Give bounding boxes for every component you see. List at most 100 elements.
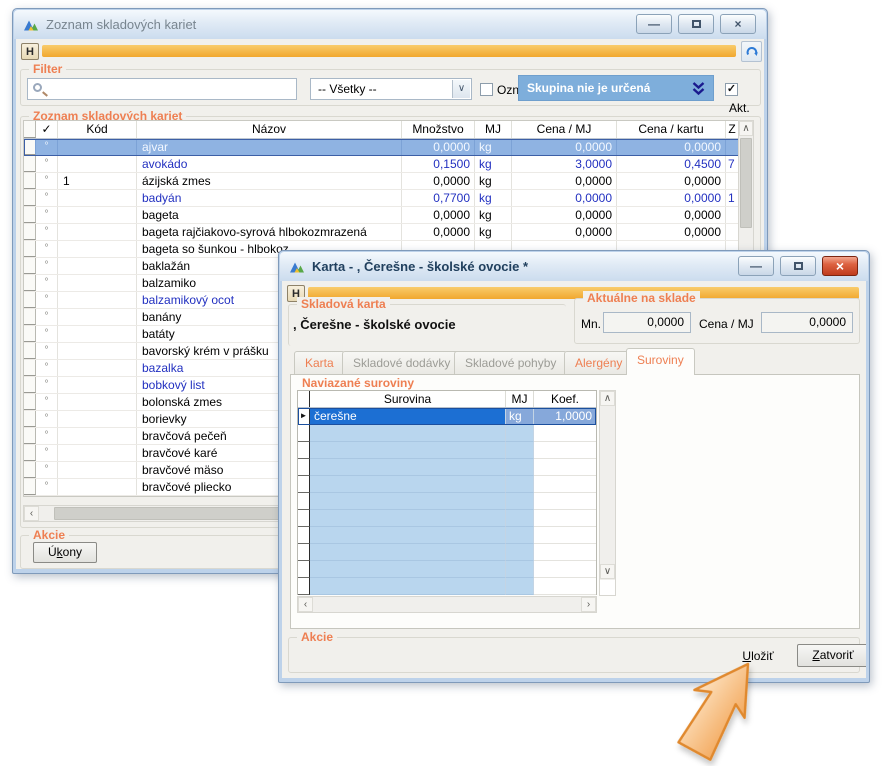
combobox-value: -- Všetky -- — [318, 82, 377, 96]
group-filter-field[interactable]: Skupina nie je určená — [518, 75, 714, 101]
search-input[interactable] — [27, 78, 297, 100]
table-cell — [58, 258, 137, 274]
table-cell: kg — [475, 139, 512, 155]
scroll-down-button[interactable]: ∨ — [600, 564, 615, 579]
table-cell — [24, 377, 36, 393]
actions-group-label: Akcie — [297, 630, 337, 644]
table-cell — [58, 190, 137, 206]
scroll-up-button[interactable]: ∧ — [739, 121, 753, 136]
col-nazov[interactable]: Názov — [137, 121, 402, 138]
scroll-up-button[interactable]: ∧ — [600, 391, 615, 406]
subtable-header: Surovina MJ Koef. — [298, 391, 596, 408]
scroll-right-button[interactable]: › — [581, 597, 596, 612]
table-cell: ° — [36, 139, 58, 155]
subtable-cell — [298, 544, 310, 561]
table-cell: 0,0000 — [512, 139, 617, 155]
table-cell: ° — [36, 479, 58, 495]
table-cell — [58, 343, 137, 359]
window-title: Zoznam skladových kariet — [46, 17, 196, 32]
table-cell — [58, 241, 137, 257]
table-cell: avokádo — [137, 156, 402, 172]
maximize-button[interactable] — [678, 14, 714, 34]
double-chevron-down-icon[interactable] — [692, 82, 705, 96]
cena-mj-input[interactable]: 0,0000 — [761, 312, 853, 333]
ozn-checkbox[interactable] — [480, 83, 493, 96]
col-mj[interactable]: MJ — [475, 121, 512, 138]
col-check[interactable]: ✓ — [36, 121, 58, 138]
close-button[interactable]: × — [822, 256, 858, 276]
close-button[interactable]: × — [720, 14, 756, 34]
col-kod[interactable]: Kód — [58, 121, 137, 138]
table-cell: 0,0000 — [512, 173, 617, 189]
scroll-left-button[interactable]: ‹ — [298, 597, 313, 612]
table-cell — [58, 292, 137, 308]
table-cell: kg — [475, 207, 512, 223]
table-cell — [24, 258, 36, 274]
ukony-label-post: ony — [63, 545, 82, 559]
col-mnozstvo[interactable]: Množstvo — [402, 121, 475, 138]
subtable-cell — [310, 425, 506, 442]
table-cell: 0,0000 — [617, 173, 726, 189]
col-cena-kartu[interactable]: Cena / kartu — [617, 121, 726, 138]
minimize-button[interactable]: — — [636, 14, 672, 34]
col-cena-mj[interactable]: Cena / MJ — [512, 121, 617, 138]
subtable-cell: ► — [298, 408, 310, 425]
table-cell: ° — [36, 258, 58, 274]
table-cell: 0,4500 — [617, 156, 726, 172]
actions-group-label: Akcie — [29, 528, 69, 542]
chevron-down-icon[interactable]: ∨ — [452, 80, 470, 98]
suroviny-tab-panel: Naviazané suroviny Surovina MJ Koef. ►če… — [290, 374, 860, 629]
h-button[interactable]: H — [21, 43, 39, 60]
filter-group: Filter -- Všetky -- ∨ Ozn. Skupina nie j… — [20, 69, 761, 106]
scroll-corner — [600, 580, 615, 595]
col-selector[interactable] — [298, 391, 310, 407]
tab-suroviny[interactable]: Suroviny — [626, 348, 695, 375]
cena-mj-label: Cena / MJ — [699, 317, 754, 331]
scroll-left-button[interactable]: ‹ — [24, 506, 39, 521]
subtable-cell — [298, 476, 310, 493]
tab-skladove-pohyby[interactable]: Skladové pohyby — [454, 351, 567, 375]
table-row[interactable]: °1ázijská zmes0,0000kg0,00000,0000 — [24, 173, 753, 190]
tab-skladove-dodavky[interactable]: Skladové dodávky — [342, 351, 461, 375]
table-row[interactable]: °badyán0,7700kg0,00000,00001 — [24, 190, 753, 207]
subtable-cell — [534, 493, 596, 510]
akt-checkbox[interactable]: ✓ — [725, 83, 738, 96]
subtable-cell — [298, 578, 310, 595]
subtable-cell — [298, 527, 310, 544]
table-cell: ° — [36, 326, 58, 342]
col-koef[interactable]: Koef. — [534, 391, 596, 407]
category-combobox[interactable]: -- Všetky -- ∨ — [310, 78, 472, 100]
refresh-button[interactable] — [741, 41, 762, 62]
subtable-vscrollbar[interactable]: ∧ ∨ — [599, 390, 616, 596]
arrow-up-icon: ∧ — [604, 394, 611, 404]
table-row[interactable]: °ajvar0,0000kg0,00000,0000 — [24, 139, 753, 156]
table-cell — [58, 275, 137, 291]
table-row[interactable]: °avokádo0,1500kg3,00000,45007 — [24, 156, 753, 173]
table-row[interactable]: °bageta0,0000kg0,00000,0000 — [24, 207, 753, 224]
subtable-hscrollbar[interactable]: ‹ › — [297, 596, 597, 613]
group-filter-value: Skupina nie je určená — [527, 81, 650, 95]
subtable-cell — [310, 527, 506, 544]
subtable-cell — [534, 578, 596, 595]
table-cell — [58, 309, 137, 325]
table-cell: 0,0000 — [402, 207, 475, 223]
vscroll-thumb[interactable] — [740, 138, 752, 228]
window-karta-ceresne: Karta - , Čerešne - školské ovocie * — ×… — [278, 250, 870, 683]
tab-karta[interactable]: Karta — [294, 351, 345, 375]
table-cell — [24, 207, 36, 223]
subtable-cell — [506, 561, 534, 578]
table-cell: ° — [36, 292, 58, 308]
minimize-button[interactable]: — — [738, 256, 774, 276]
table-cell — [24, 139, 36, 155]
table-row[interactable]: °bageta rajčiakovo-syrová hlbokozmrazená… — [24, 224, 753, 241]
col-mj[interactable]: MJ — [506, 391, 534, 407]
col-selector[interactable] — [24, 121, 36, 138]
maximize-button[interactable] — [780, 256, 816, 276]
col-surovina[interactable]: Surovina — [310, 391, 506, 407]
ukony-button[interactable]: Úkony — [33, 542, 97, 563]
subtable-cell — [506, 578, 534, 595]
subtable-row[interactable]: ►čerešnekg1,0000 — [298, 408, 596, 425]
subtable-cell — [506, 442, 534, 459]
tab-alergeny[interactable]: Alergény — [564, 351, 633, 375]
mn-input[interactable]: 0,0000 — [603, 312, 691, 333]
